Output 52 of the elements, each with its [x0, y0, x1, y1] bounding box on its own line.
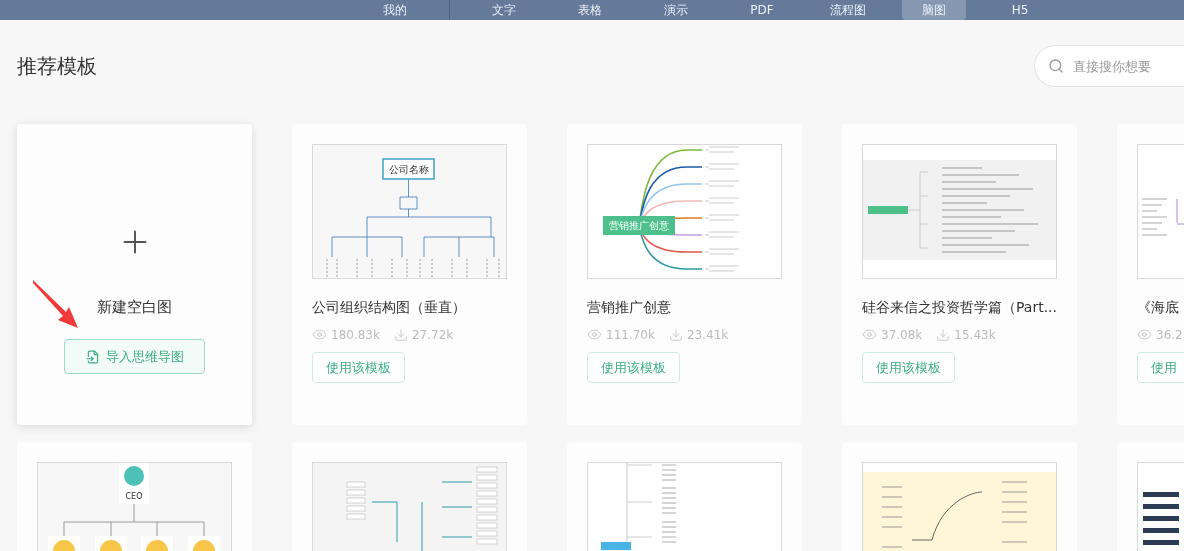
outline-drawing [1143, 492, 1179, 545]
template-card[interactable]: 公司名称 公司组织结构图（垂直） 180.83k 27.72k 使用该模板 [292, 124, 527, 425]
person-node [188, 536, 220, 551]
eye-icon [1137, 327, 1152, 342]
template-card[interactable]: CEO [17, 442, 252, 551]
use-template-button[interactable]: 使用 [1137, 352, 1184, 383]
eye-icon [862, 327, 877, 342]
nav-tab[interactable]: PDF [730, 0, 794, 20]
view-count: 111.70k [587, 327, 655, 342]
nav-tab[interactable]: 表格 [558, 0, 622, 20]
download-count: 27.72k [393, 327, 454, 342]
nav-tab[interactable]: 演示 [644, 0, 708, 20]
nav-tab[interactable]: 文字 [472, 0, 536, 20]
use-template-button[interactable]: 使用该模板 [312, 352, 405, 383]
search-icon [1048, 58, 1064, 74]
download-icon [668, 327, 683, 342]
node-label: 公司名称 [388, 164, 429, 175]
download-count: 15.43k [936, 327, 996, 342]
nav-tab[interactable]: 流程图 [816, 0, 880, 20]
nav-tab[interactable]: H5 [988, 0, 1052, 20]
template-title: 公司组织结构图（垂直） [312, 299, 467, 317]
person-node [141, 536, 173, 551]
template-card[interactable]: 硅谷来信之投资哲学篇（Part... 37.08k 15.43k 使用该模板 [842, 124, 1077, 425]
view-count: 180.83k [312, 327, 380, 342]
import-button[interactable]: 导入思维导图 [64, 339, 205, 374]
eye-icon [587, 327, 602, 342]
download-icon [393, 327, 408, 342]
new-blank-card[interactable]: 新建空白图 导入思维导图 [17, 124, 252, 425]
template-title: 《海底 [1137, 299, 1180, 317]
node-label: 营销推广创意 [609, 220, 669, 231]
template-card[interactable]: 营销推广创意 营销推广创意 111.70k 23.41k 使用该模板 [567, 124, 802, 425]
template-title: 硅谷来信之投资哲学篇（Part... [862, 299, 1057, 317]
download-icon [936, 327, 951, 342]
nav-tab[interactable]: 脑图 [902, 0, 966, 20]
node-label: CEO [125, 492, 143, 501]
template-title: 营销推广创意 [587, 299, 672, 317]
import-icon [85, 349, 100, 364]
view-count: 36.2 [1137, 327, 1183, 342]
view-count: 37.08k [862, 327, 923, 342]
template-card[interactable]: 《海底 36.2 使用 [1117, 124, 1184, 425]
person-node [95, 536, 127, 551]
new-blank-label: 新建空白图 [97, 298, 172, 317]
search-field[interactable]: 直接搜你想要 [1034, 45, 1184, 87]
use-template-button[interactable]: 使用该模板 [587, 352, 680, 383]
use-template-button[interactable]: 使用该模板 [862, 352, 955, 383]
outline-drawing [1141, 198, 1184, 236]
download-count: 23.41k [668, 327, 729, 342]
section-title: 推荐模板 [17, 52, 97, 80]
avatar-icon [124, 466, 144, 486]
eye-icon [312, 327, 327, 342]
person-node [48, 536, 80, 551]
nav-tab[interactable]: 我的 [363, 0, 427, 20]
